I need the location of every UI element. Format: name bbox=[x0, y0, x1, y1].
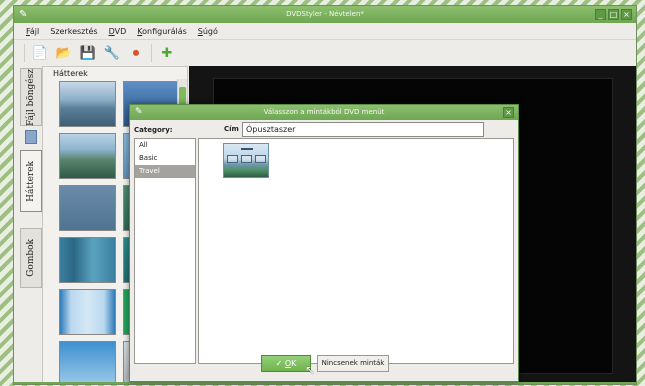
template-thumb-button bbox=[227, 155, 238, 163]
maximize-button[interactable]: □ bbox=[608, 9, 619, 20]
tab-buttons[interactable]: Gombok bbox=[20, 228, 42, 288]
window-controls: _ □ × bbox=[595, 9, 632, 20]
window-title: DVDStyler - Névtelen* bbox=[286, 10, 364, 18]
background-thumbnail[interactable] bbox=[59, 81, 116, 127]
menu-edit[interactable]: Szerkesztés bbox=[50, 27, 97, 36]
template-gallery bbox=[198, 138, 514, 364]
background-thumbnail[interactable] bbox=[59, 133, 116, 179]
tab-buttons-label: Gombok bbox=[26, 239, 36, 277]
template-dialog: ✎ Válasszon a mintákból DVD menüt × Cate… bbox=[129, 104, 519, 382]
template-thumbnail[interactable] bbox=[223, 143, 269, 178]
tab-file-browser[interactable]: Fájl böngész bbox=[20, 68, 42, 126]
menu-configure[interactable]: Konfigurálás bbox=[137, 27, 187, 36]
dialog-app-icon: ✎ bbox=[135, 107, 143, 117]
template-thumb-button bbox=[255, 155, 266, 163]
background-thumbnail[interactable] bbox=[59, 185, 116, 231]
settings-wrench-icon[interactable]: 🔧 bbox=[103, 44, 121, 62]
check-icon: ✓ bbox=[275, 359, 283, 368]
category-list[interactable]: All Basic Travel bbox=[134, 138, 196, 364]
dialog-title-bar: ✎ Válasszon a mintákból DVD menüt × bbox=[130, 105, 518, 120]
menu-file[interactable]: Fájl bbox=[26, 27, 39, 36]
no-template-button[interactable]: Nincsenek minták bbox=[317, 355, 389, 372]
menu-edit-label: Szerkesztés bbox=[50, 26, 98, 36]
save-project-icon[interactable]: 💾 bbox=[79, 44, 97, 62]
tab-backgrounds[interactable]: Hátterek bbox=[20, 150, 42, 212]
document-icon bbox=[25, 130, 37, 144]
panel-title: Hátterek bbox=[53, 69, 88, 78]
toolbar: 📄 📂 💾 🔧 ⏺ ✚ bbox=[14, 40, 636, 66]
template-thumb-button bbox=[241, 155, 252, 163]
app-logo-icon: ✎ bbox=[19, 9, 28, 20]
background-thumbnail[interactable] bbox=[59, 237, 116, 283]
burn-disc-icon[interactable]: ⏺ bbox=[127, 44, 145, 62]
menu-configure-label: onfigurálás bbox=[142, 26, 187, 36]
category-item-travel[interactable]: Travel bbox=[135, 165, 195, 178]
menu-dvd[interactable]: DVD bbox=[109, 27, 127, 36]
title-input[interactable]: Ópusztaszer bbox=[242, 122, 484, 137]
category-item-all[interactable]: All bbox=[135, 139, 195, 152]
background-thumbnail[interactable] bbox=[59, 341, 116, 383]
toolbar-separator bbox=[151, 44, 152, 62]
category-label: Category: bbox=[134, 126, 173, 134]
template-thumb-title bbox=[241, 148, 253, 150]
side-tabs: Fájl böngész Hátterek Gombok bbox=[20, 68, 42, 382]
toolbar-separator bbox=[24, 44, 25, 62]
add-title-icon[interactable]: ✚ bbox=[158, 44, 176, 62]
dialog-close-button[interactable]: × bbox=[503, 107, 514, 118]
menu-help-label: úgó bbox=[202, 26, 218, 36]
tab-file-browser-label: Fájl böngész bbox=[26, 68, 36, 126]
menu-bar: Fájl Szerkesztés DVD Konfigurálás Súgó bbox=[14, 23, 636, 40]
open-project-icon[interactable]: 📂 bbox=[55, 44, 73, 62]
category-item-basic[interactable]: Basic bbox=[135, 152, 195, 165]
menu-help[interactable]: Súgó bbox=[198, 27, 218, 36]
background-thumbnail[interactable] bbox=[59, 289, 116, 335]
window-bottom-border bbox=[14, 382, 636, 384]
new-project-icon[interactable]: 📄 bbox=[31, 44, 49, 62]
title-bar: ✎ DVDStyler - Névtelen* _ □ × bbox=[14, 6, 636, 23]
ok-button[interactable]: ✓ OK bbox=[261, 355, 311, 372]
close-button[interactable]: × bbox=[621, 9, 632, 20]
ok-label: K bbox=[291, 359, 297, 368]
menu-dvd-label: VD bbox=[114, 26, 127, 36]
minimize-button[interactable]: _ bbox=[595, 9, 606, 20]
menu-file-label: ájl bbox=[29, 26, 40, 36]
title-field-label: Cím bbox=[224, 125, 239, 133]
dialog-title: Válasszon a mintákból DVD menüt bbox=[263, 108, 385, 116]
mouse-cursor-icon: ↖ bbox=[305, 363, 316, 377]
tab-backgrounds-label: Hátterek bbox=[26, 160, 36, 202]
